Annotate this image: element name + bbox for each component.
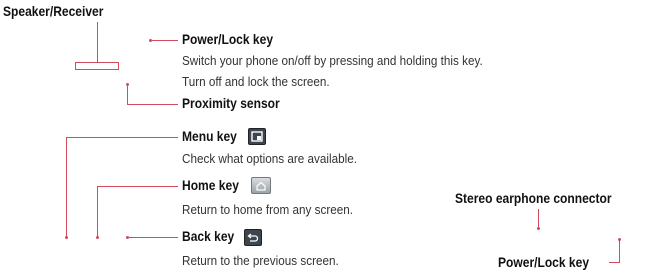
power-lock-bottom-dot [618,238,621,241]
manual-diagram: { "labels": { "speaker_receiver": "Speak… [0,0,654,274]
power-lock-bottom-leader-vertical [619,240,620,263]
back-key-description: Return to the previous screen. [182,253,339,268]
menu-key-dot [65,236,68,239]
speaker-leader-line [97,22,98,62]
menu-key-label: Menu key [182,128,237,144]
power-lock-leader-line [152,40,178,41]
home-key-label: Home key [182,177,239,193]
home-icon [251,177,271,194]
back-leader-horizontal [129,237,178,238]
home-leader-vertical [97,186,98,237]
proximity-sensor-label: Proximity sensor [182,95,280,111]
stereo-earphone-connector-label: Stereo earphone connector [455,190,612,206]
power-lock-description-2: Turn off and lock the screen. [182,74,330,89]
speaker-receiver-marker [75,62,119,70]
menu-leader-vertical [66,137,67,237]
power-lock-bottom-leader-horizontal [609,262,619,263]
home-key-dot [96,236,99,239]
home-leader-horizontal [97,186,178,187]
power-lock-description-1: Switch your phone on/off by pressing and… [182,53,483,68]
proximity-leader-horizontal [127,104,178,105]
earphone-leader-line [538,209,539,228]
menu-icon [248,128,266,145]
back-icon [244,229,262,246]
home-key-description: Return to home from any screen. [182,202,354,217]
menu-key-description: Check what options are available. [182,151,357,166]
power-lock-key-bottom-label: Power/Lock key [498,254,590,270]
menu-leader-horizontal [66,137,178,138]
back-key-label: Back key [182,228,235,244]
proximity-leader-vertical [127,85,128,105]
power-lock-key-label: Power/Lock key [182,31,274,47]
speaker-receiver-label: Speaker/Receiver [3,3,104,19]
earphone-connector-dot [537,227,540,230]
